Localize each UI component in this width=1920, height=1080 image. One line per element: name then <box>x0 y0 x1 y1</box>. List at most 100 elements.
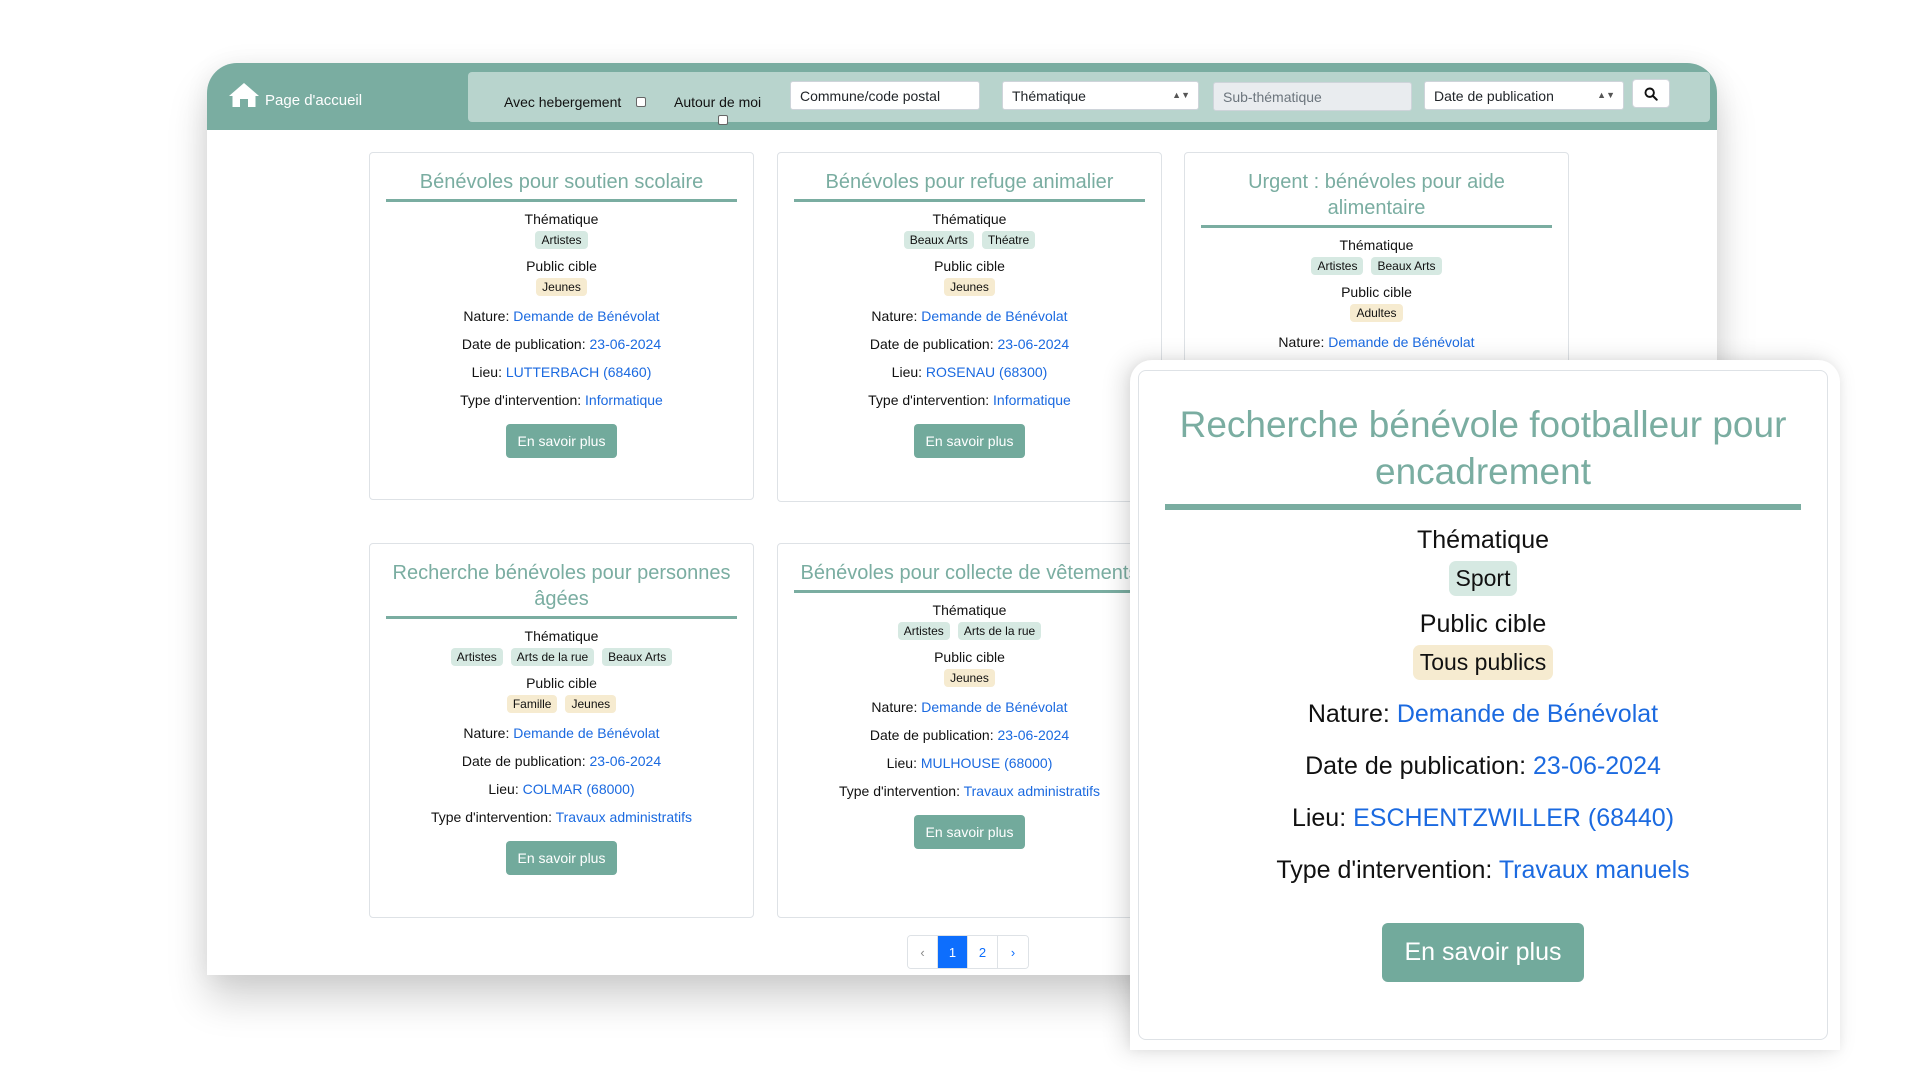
lieu-link[interactable]: COLMAR (68000) <box>523 781 635 797</box>
type-label: Type d'intervention: <box>460 392 582 408</box>
thematique-heading: Thématique <box>1416 526 1550 554</box>
lieu-link[interactable]: LUTTERBACH (68460) <box>506 364 652 380</box>
nature-link[interactable]: Demande de Bénévolat <box>1397 700 1658 728</box>
date-link[interactable]: 23-06-2024 <box>998 727 1070 743</box>
public-heading: Public cible <box>1341 284 1412 300</box>
nature-link[interactable]: Demande de Bénévolat <box>921 699 1067 715</box>
more-button[interactable]: En savoir plus <box>505 841 618 875</box>
more-button[interactable]: En savoir plus <box>1382 923 1584 982</box>
nature-link[interactable]: Demande de Bénévolat <box>921 308 1067 324</box>
date-value: Date de publication <box>1434 88 1554 104</box>
featured-title: Recherche bénévole footballeur pour enca… <box>1165 401 1801 510</box>
offer-card: Bénévoles pour refuge animalier Thématiq… <box>777 152 1162 502</box>
thematique-heading: Thématique <box>1339 237 1414 253</box>
home-icon <box>229 82 259 107</box>
pagination: ‹ 1 2 › <box>907 935 1029 969</box>
public-heading: Public cible <box>934 649 1005 665</box>
public-heading: Public cible <box>1419 610 1547 638</box>
thematique-heading: Thématique <box>932 602 1007 618</box>
theme-badge: Beaux Arts <box>903 231 974 249</box>
prev-page-button[interactable]: ‹ <box>908 936 938 968</box>
date-label: Date de publication: <box>1305 752 1527 780</box>
chevron-down-icon: ▲▼ <box>1172 90 1190 100</box>
card-title: Bénévoles pour soutien scolaire <box>386 169 737 202</box>
autour-checkbox[interactable] <box>718 115 728 125</box>
search-icon <box>1644 87 1658 101</box>
card-title: Urgent : bénévoles pour aide alimentaire <box>1201 169 1552 228</box>
lieu-link[interactable]: ROSENAU (68300) <box>926 364 1047 380</box>
offer-card: Bénévoles pour collecte de vêtements Thé… <box>777 543 1162 918</box>
date-link[interactable]: 23-06-2024 <box>1533 752 1661 780</box>
thematique-heading: Thématique <box>932 211 1007 227</box>
thematique-heading: Thématique <box>524 628 599 644</box>
navbar: Page d'accueil Avec hebergement Autour d… <box>207 63 1717 130</box>
lieu-label: Lieu: <box>471 364 502 380</box>
public-heading: Public cible <box>526 675 597 691</box>
type-label: Type d'intervention: <box>838 783 960 799</box>
public-badge: Jeunes <box>536 278 587 296</box>
nature-link[interactable]: Demande de Bénévolat <box>1328 334 1474 350</box>
date-label: Date de publication: <box>461 336 586 352</box>
theme-badge: Sport <box>1448 561 1518 596</box>
type-label: Type d'intervention: <box>430 809 552 825</box>
page-1-button[interactable]: 1 <box>938 936 968 968</box>
nature-label: Nature: <box>871 308 918 324</box>
theme-badge: Arts de la rue <box>957 622 1042 640</box>
home-label: Page d'accueil <box>265 92 363 109</box>
search-button[interactable] <box>1632 79 1670 108</box>
public-heading: Public cible <box>526 258 597 274</box>
chevron-down-icon: ▲▼ <box>1597 90 1615 100</box>
date-label: Date de publication: <box>869 336 994 352</box>
type-label: Type d'intervention: <box>868 392 990 408</box>
lieu-link[interactable]: MULHOUSE (68000) <box>921 755 1053 771</box>
type-link[interactable]: Informatique <box>993 392 1071 408</box>
lieu-link[interactable]: ESCHENTZWILLER (68440) <box>1353 804 1674 832</box>
theme-badge: Artistes <box>897 622 950 640</box>
theme-badge: Artistes <box>535 231 588 249</box>
public-badge: Adultes <box>1350 304 1403 322</box>
nature-label: Nature: <box>1307 700 1390 728</box>
nature-label: Nature: <box>463 308 510 324</box>
type-link[interactable]: Travaux administratifs <box>964 783 1100 799</box>
theme-badge: Théatre <box>981 231 1036 249</box>
public-badge: Jeunes <box>565 695 617 713</box>
lieu-label: Lieu: <box>488 781 519 797</box>
date-label: Date de publication: <box>869 727 994 743</box>
theme-badge: Beaux Arts <box>1371 257 1442 275</box>
commune-input[interactable]: Commune/code postal <box>790 81 980 110</box>
public-badge: Jeunes <box>944 278 995 296</box>
lieu-label: Lieu: <box>886 755 917 771</box>
date-label: Date de publication: <box>461 753 586 769</box>
date-link[interactable]: 23-06-2024 <box>998 336 1070 352</box>
offer-card: Bénévoles pour soutien scolaire Thématiq… <box>369 152 754 500</box>
date-select[interactable]: Date de publication ▲▼ <box>1424 81 1624 110</box>
type-link[interactable]: Informatique <box>585 392 663 408</box>
type-link[interactable]: Travaux administratifs <box>556 809 692 825</box>
thematique-value: Thématique <box>1012 88 1086 104</box>
type-link[interactable]: Travaux manuels <box>1499 856 1690 884</box>
nature-link[interactable]: Demande de Bénévolat <box>513 725 659 741</box>
card-title: Recherche bénévoles pour personnes âgées <box>386 560 737 619</box>
page-2-button[interactable]: 2 <box>968 936 998 968</box>
autour-label: Autour de moi <box>674 94 762 110</box>
theme-badge: Beaux Arts <box>602 648 673 666</box>
public-badge: Tous publics <box>1412 645 1554 680</box>
card-title: Bénévoles pour refuge animalier <box>794 169 1145 202</box>
more-button[interactable]: En savoir plus <box>913 815 1026 849</box>
more-button[interactable]: En savoir plus <box>913 424 1026 458</box>
nature-label: Nature: <box>1278 334 1325 350</box>
offer-card: Recherche bénévoles pour personnes âgées… <box>369 543 754 918</box>
card-title: Bénévoles pour collecte de vêtements <box>794 560 1145 593</box>
next-page-button[interactable]: › <box>998 936 1028 968</box>
nature-link[interactable]: Demande de Bénévolat <box>513 308 659 324</box>
hebergement-label: Avec hebergement <box>504 94 622 110</box>
home-link[interactable]: Page d'accueil <box>227 80 362 109</box>
more-button[interactable]: En savoir plus <box>505 424 618 458</box>
filter-bar: Avec hebergement Autour de moi Commune/c… <box>468 72 1710 125</box>
date-link[interactable]: 23-06-2024 <box>590 336 662 352</box>
hebergement-checkbox[interactable] <box>636 97 646 107</box>
subthematique-input[interactable]: Sub-thématique <box>1213 82 1412 111</box>
type-label: Type d'intervention: <box>1276 856 1493 884</box>
thematique-select[interactable]: Thématique ▲▼ <box>1002 81 1199 110</box>
date-link[interactable]: 23-06-2024 <box>590 753 662 769</box>
